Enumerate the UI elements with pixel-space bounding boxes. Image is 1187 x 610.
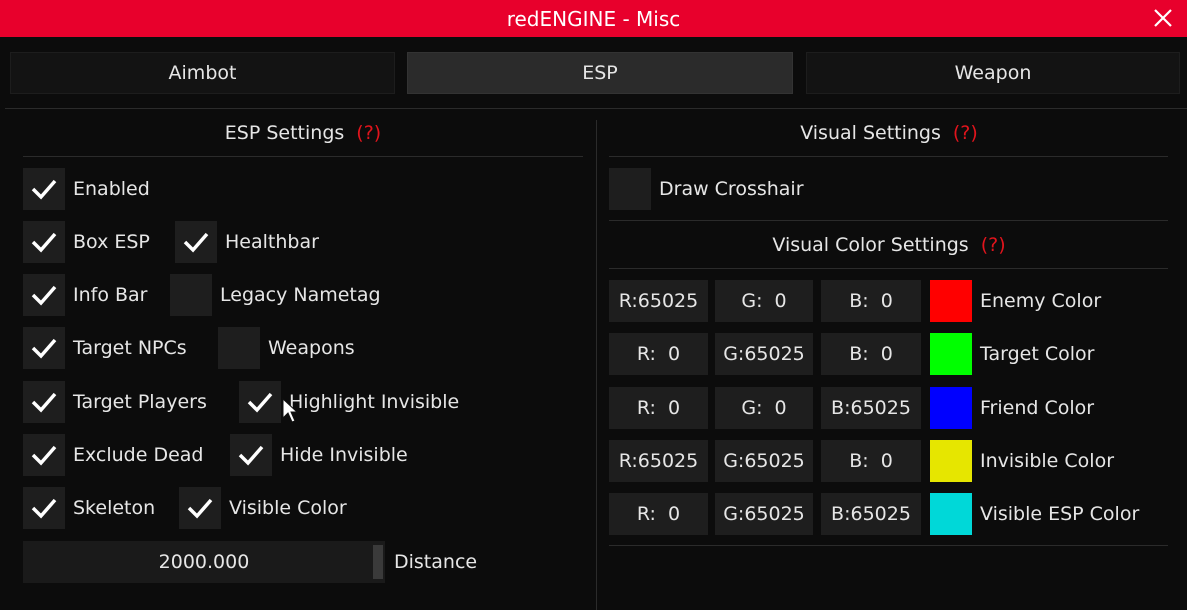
check-icon — [31, 179, 57, 200]
visual-color-settings-divider — [609, 268, 1168, 269]
label-draw-crosshair: Draw Crosshair — [659, 178, 804, 200]
tab-esp[interactable]: ESP — [407, 52, 793, 94]
target-color-swatch[interactable] — [930, 333, 972, 375]
label-exclude-dead: Exclude Dead — [73, 444, 204, 466]
target-color-r[interactable]: R: 0 — [609, 333, 708, 375]
checkbox-highlight-invisible[interactable] — [239, 381, 281, 423]
friend-color-r[interactable]: R: 0 — [609, 387, 708, 429]
checkbox-exclude-dead[interactable] — [23, 434, 65, 476]
invisible-color-swatch[interactable] — [930, 440, 972, 482]
visual-color-settings-title: Visual Color Settings (?) — [609, 230, 1169, 260]
invisible-color-r[interactable]: R:65025 — [609, 440, 708, 482]
checkbox-info-bar[interactable] — [23, 274, 65, 316]
color-settings-divider — [609, 545, 1168, 546]
enemy-color-r[interactable]: R:65025 — [609, 280, 708, 322]
esp-settings-title: ESP Settings (?) — [23, 118, 583, 148]
enemy-color-b[interactable]: B: 0 — [821, 280, 921, 322]
distance-label: Distance — [394, 551, 478, 573]
visible-esp-color-swatch[interactable] — [930, 493, 972, 535]
checkbox-visible-color[interactable] — [179, 487, 221, 529]
checkbox-skeleton[interactable] — [23, 487, 65, 529]
visual-settings-heading: Visual Settings — [800, 122, 941, 144]
esp-settings-divider — [23, 156, 583, 157]
friend-color-swatch[interactable] — [930, 387, 972, 429]
tab-bar: Aimbot ESP Weapon — [10, 52, 1180, 94]
visible-esp-color-b[interactable]: B:65025 — [821, 493, 921, 535]
label-skeleton: Skeleton — [73, 497, 156, 519]
mouse-cursor-icon — [282, 398, 298, 423]
check-icon — [187, 498, 213, 519]
esp-settings-heading: ESP Settings — [224, 122, 345, 144]
distance-value: 2000.000 — [158, 551, 250, 573]
friend-color-b[interactable]: B:65025 — [821, 387, 921, 429]
esp-settings-help[interactable]: (?) — [356, 122, 381, 144]
visual-color-settings-heading: Visual Color Settings — [772, 234, 969, 256]
check-icon — [247, 392, 273, 413]
visible-esp-color-g[interactable]: G:65025 — [715, 493, 813, 535]
crosshair-divider — [609, 220, 1168, 221]
checkbox-healthbar[interactable] — [175, 221, 217, 263]
checkbox-target-npcs[interactable] — [23, 327, 65, 369]
label-box-esp: Box ESP — [73, 231, 150, 253]
tab-aimbot-label: Aimbot — [168, 62, 237, 84]
tab-weapon-label: Weapon — [954, 62, 1032, 84]
visual-color-settings-help[interactable]: (?) — [981, 234, 1006, 256]
window-title: redENGINE - Misc — [506, 6, 681, 31]
tab-divider — [5, 108, 1187, 109]
label-enabled: Enabled — [73, 178, 150, 200]
visual-settings-help[interactable]: (?) — [953, 122, 978, 144]
checkbox-weapons[interactable] — [218, 327, 260, 369]
invisible-color-g[interactable]: G:65025 — [715, 440, 813, 482]
label-info-bar: Info Bar — [73, 284, 148, 306]
check-icon — [31, 338, 57, 359]
friend-color-g[interactable]: G: 0 — [715, 387, 813, 429]
checkbox-target-players[interactable] — [23, 381, 65, 423]
enemy-color-label: Enemy Color — [980, 290, 1102, 312]
invisible-color-b[interactable]: B: 0 — [821, 440, 921, 482]
target-color-label: Target Color — [980, 343, 1095, 365]
target-color-b[interactable]: B: 0 — [821, 333, 921, 375]
label-hide-invisible: Hide Invisible — [280, 444, 408, 466]
label-highlight-invisible: Highlight Invisible — [289, 391, 460, 413]
label-legacy-nametag: Legacy Nametag — [220, 284, 381, 306]
visible-esp-color-r[interactable]: R: 0 — [609, 493, 708, 535]
checkbox-box-esp[interactable] — [23, 221, 65, 263]
distance-slider-handle[interactable] — [373, 545, 383, 579]
invisible-color-label: Invisible Color — [980, 450, 1115, 472]
friend-color-label: Friend Color — [980, 397, 1095, 419]
visual-settings-title: Visual Settings (?) — [609, 118, 1169, 148]
close-icon[interactable] — [1151, 6, 1175, 30]
label-visible-color: Visible Color — [229, 497, 347, 519]
enemy-color-g[interactable]: G: 0 — [715, 280, 813, 322]
checkbox-enabled[interactable] — [23, 168, 65, 210]
column-divider — [596, 120, 597, 610]
tab-aimbot[interactable]: Aimbot — [10, 52, 395, 94]
label-healthbar: Healthbar — [225, 231, 319, 253]
checkbox-legacy-nametag[interactable] — [170, 274, 212, 316]
target-color-g[interactable]: G:65025 — [715, 333, 813, 375]
check-icon — [238, 445, 264, 466]
check-icon — [31, 285, 57, 306]
title-bar: redENGINE - Misc — [0, 0, 1187, 37]
check-icon — [31, 445, 57, 466]
visual-settings-divider — [609, 156, 1168, 157]
checkbox-draw-crosshair[interactable] — [609, 168, 651, 210]
visible-esp-color-label: Visible ESP Color — [980, 503, 1140, 525]
enemy-color-swatch[interactable] — [930, 280, 972, 322]
label-target-npcs: Target NPCs — [73, 337, 187, 359]
checkbox-hide-invisible[interactable] — [230, 434, 272, 476]
distance-slider[interactable]: 2000.000 — [23, 541, 385, 583]
check-icon — [31, 232, 57, 253]
tab-esp-label: ESP — [582, 62, 618, 84]
tab-weapon[interactable]: Weapon — [806, 52, 1180, 94]
check-icon — [31, 392, 57, 413]
check-icon — [31, 498, 57, 519]
label-weapons: Weapons — [268, 337, 355, 359]
check-icon — [183, 232, 209, 253]
label-target-players: Target Players — [73, 391, 207, 413]
